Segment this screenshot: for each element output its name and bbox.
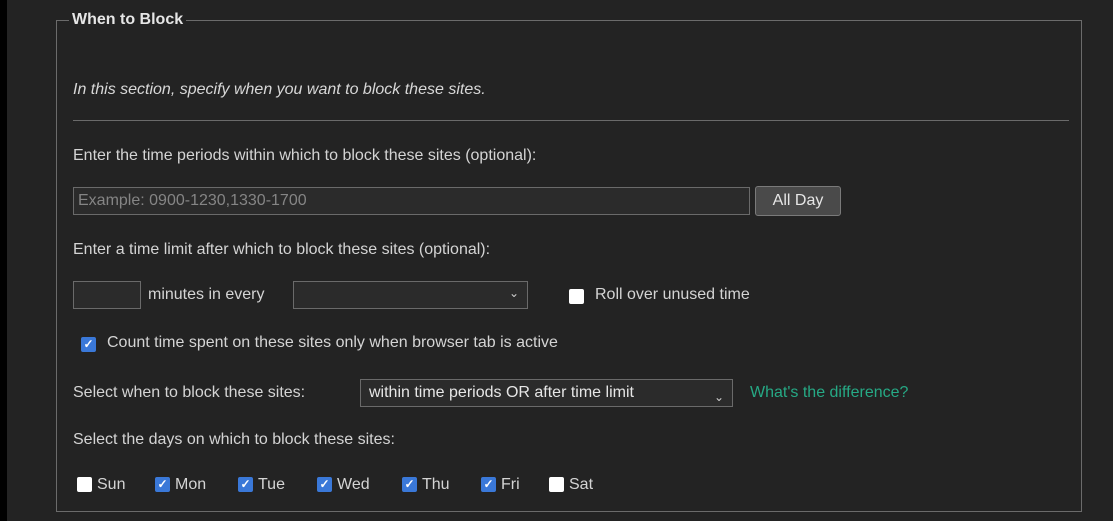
- days-label: Select the days on which to block these …: [73, 431, 395, 448]
- chevron-down-icon: ⌄: [713, 390, 724, 404]
- checkmark-icon: ✓: [240, 477, 251, 491]
- day-label: Tue: [258, 476, 285, 493]
- time-limit-label: Enter a time limit after which to block …: [73, 241, 491, 258]
- window-edge: [0, 0, 7, 521]
- rollover-checkbox[interactable]: [569, 289, 584, 304]
- day-label: Sun: [97, 476, 126, 493]
- section-legend: When to Block: [72, 11, 184, 28]
- checkmark-icon: ✓: [404, 477, 415, 491]
- section-divider: [73, 120, 1069, 121]
- block-mode-value: within time periods OR after time limit: [369, 384, 634, 401]
- block-mode-label: Select when to block these sites:: [73, 384, 306, 401]
- block-mode-select[interactable]: within time periods OR after time limit …: [360, 379, 733, 407]
- day-label: Wed: [337, 476, 370, 493]
- day-label: Thu: [422, 476, 450, 493]
- checkmark-icon: ✓: [483, 477, 494, 491]
- count-active-checkbox[interactable]: ✓: [81, 337, 96, 352]
- section-intro: In this section, specify when you want t…: [73, 81, 486, 98]
- whats-the-difference-link[interactable]: What's the difference?: [750, 384, 908, 402]
- day-sat-checkbox[interactable]: [549, 477, 564, 492]
- day-sun-checkbox[interactable]: [77, 477, 92, 492]
- limit-period-select[interactable]: ⌄: [293, 281, 528, 309]
- day-mon-checkbox[interactable]: ✓: [155, 477, 170, 492]
- day-tue-checkbox[interactable]: ✓: [238, 477, 253, 492]
- minutes-input[interactable]: [73, 281, 141, 309]
- day-label: Fri: [501, 476, 520, 493]
- checkmark-icon: ✓: [83, 337, 94, 351]
- when-to-block-section: When to Block In this section, specify w…: [56, 11, 1082, 512]
- day-fri-checkbox[interactable]: ✓: [481, 477, 496, 492]
- day-label: Sat: [569, 476, 594, 493]
- time-periods-label: Enter the time periods within which to b…: [73, 147, 537, 164]
- options-panel: When to Block In this section, specify w…: [7, 0, 1113, 521]
- rollover-label: Roll over unused time: [595, 286, 750, 303]
- checkmark-icon: ✓: [157, 477, 168, 491]
- checkmark-icon: ✓: [319, 477, 330, 491]
- all-day-button[interactable]: All Day: [755, 186, 841, 216]
- chevron-down-icon: ⌄: [508, 286, 519, 300]
- time-periods-input[interactable]: [73, 187, 750, 215]
- minutes-in-every-label: minutes in every: [148, 286, 265, 303]
- day-wed-checkbox[interactable]: ✓: [317, 477, 332, 492]
- day-thu-checkbox[interactable]: ✓: [402, 477, 417, 492]
- count-active-label: Count time spent on these sites only whe…: [107, 334, 558, 351]
- day-label: Mon: [175, 476, 207, 493]
